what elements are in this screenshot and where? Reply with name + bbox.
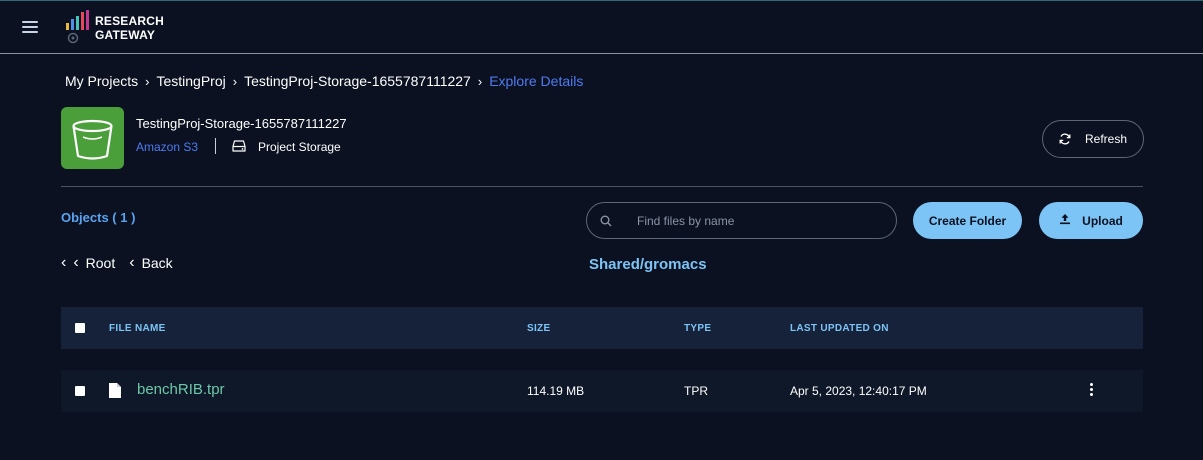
search-input[interactable] bbox=[637, 212, 877, 230]
logo-mark-icon bbox=[66, 10, 89, 44]
hamburger-menu-icon[interactable] bbox=[22, 21, 38, 35]
chevron-left-icon: ‹ bbox=[129, 254, 135, 271]
column-header-last-updated[interactable]: LAST UPDATED ON bbox=[790, 323, 889, 334]
breadcrumb-project[interactable]: TestingProj bbox=[156, 73, 225, 89]
table-row: benchRIB.tpr 114.19 MB TPR Apr 5, 2023, … bbox=[61, 370, 1143, 412]
file-name-link[interactable]: benchRIB.tpr bbox=[137, 381, 225, 398]
s3-bucket-icon bbox=[61, 107, 124, 169]
section-divider bbox=[61, 186, 1143, 187]
chevron-left-icon: ‹ bbox=[73, 254, 79, 271]
objects-count: Objects ( 1 ) bbox=[61, 210, 136, 225]
file-type: TPR bbox=[684, 384, 708, 398]
create-folder-button[interactable]: Create Folder bbox=[913, 202, 1022, 239]
chevron-right-icon: › bbox=[145, 73, 150, 89]
column-header-type[interactable]: TYPE bbox=[684, 323, 711, 334]
refresh-icon bbox=[1059, 133, 1071, 145]
refresh-label: Refresh bbox=[1084, 132, 1128, 146]
top-bar: RESEARCH GATEWAY bbox=[0, 0, 1203, 54]
upload-icon bbox=[1060, 213, 1071, 224]
more-options-icon[interactable] bbox=[1088, 383, 1094, 397]
breadcrumb-my-projects[interactable]: My Projects bbox=[65, 73, 138, 89]
search-box[interactable] bbox=[586, 202, 897, 239]
storage-category: Project Storage bbox=[258, 140, 341, 154]
divider bbox=[215, 138, 216, 154]
chevron-left-icon: ‹ bbox=[61, 254, 67, 271]
breadcrumb-explore-details: Explore Details bbox=[489, 73, 584, 89]
column-header-file-name[interactable]: FILE NAME bbox=[109, 323, 166, 334]
breadcrumb: My Projects › TestingProj › TestingProj-… bbox=[65, 72, 583, 90]
current-path: Shared/gromacs bbox=[589, 256, 707, 273]
folder-navigation: ‹ ‹ Root ‹ Back bbox=[61, 254, 173, 272]
column-header-size[interactable]: SIZE bbox=[527, 323, 550, 334]
file-last-updated: Apr 5, 2023, 12:40:17 PM bbox=[790, 384, 927, 398]
research-gateway-logo[interactable]: RESEARCH GATEWAY bbox=[64, 10, 174, 48]
create-folder-label: Create Folder bbox=[928, 213, 1007, 228]
file-icon bbox=[109, 383, 121, 398]
refresh-button[interactable]: Refresh bbox=[1042, 120, 1144, 158]
root-link[interactable]: ‹ ‹ Root bbox=[61, 254, 115, 272]
storage-name: TestingProj-Storage-1655787111227 bbox=[136, 116, 347, 131]
file-size: 114.19 MB bbox=[527, 384, 585, 398]
storage-type: Amazon S3 bbox=[136, 140, 199, 154]
row-checkbox[interactable] bbox=[75, 386, 85, 396]
select-all-checkbox[interactable] bbox=[75, 323, 85, 333]
root-label: Root bbox=[85, 255, 116, 271]
drive-icon bbox=[232, 140, 246, 152]
logo-text: RESEARCH GATEWAY bbox=[95, 14, 164, 42]
chevron-right-icon: › bbox=[477, 73, 483, 89]
back-label: Back bbox=[141, 255, 173, 271]
chevron-right-icon: › bbox=[232, 73, 238, 89]
back-link[interactable]: ‹ Back bbox=[129, 254, 172, 272]
upload-label: Upload bbox=[1082, 213, 1123, 228]
upload-button[interactable]: Upload bbox=[1039, 202, 1143, 239]
breadcrumb-storage[interactable]: TestingProj-Storage-1655787111227 bbox=[244, 73, 471, 89]
table-header: FILE NAME SIZE TYPE LAST UPDATED ON bbox=[61, 307, 1143, 349]
search-icon bbox=[600, 215, 612, 227]
